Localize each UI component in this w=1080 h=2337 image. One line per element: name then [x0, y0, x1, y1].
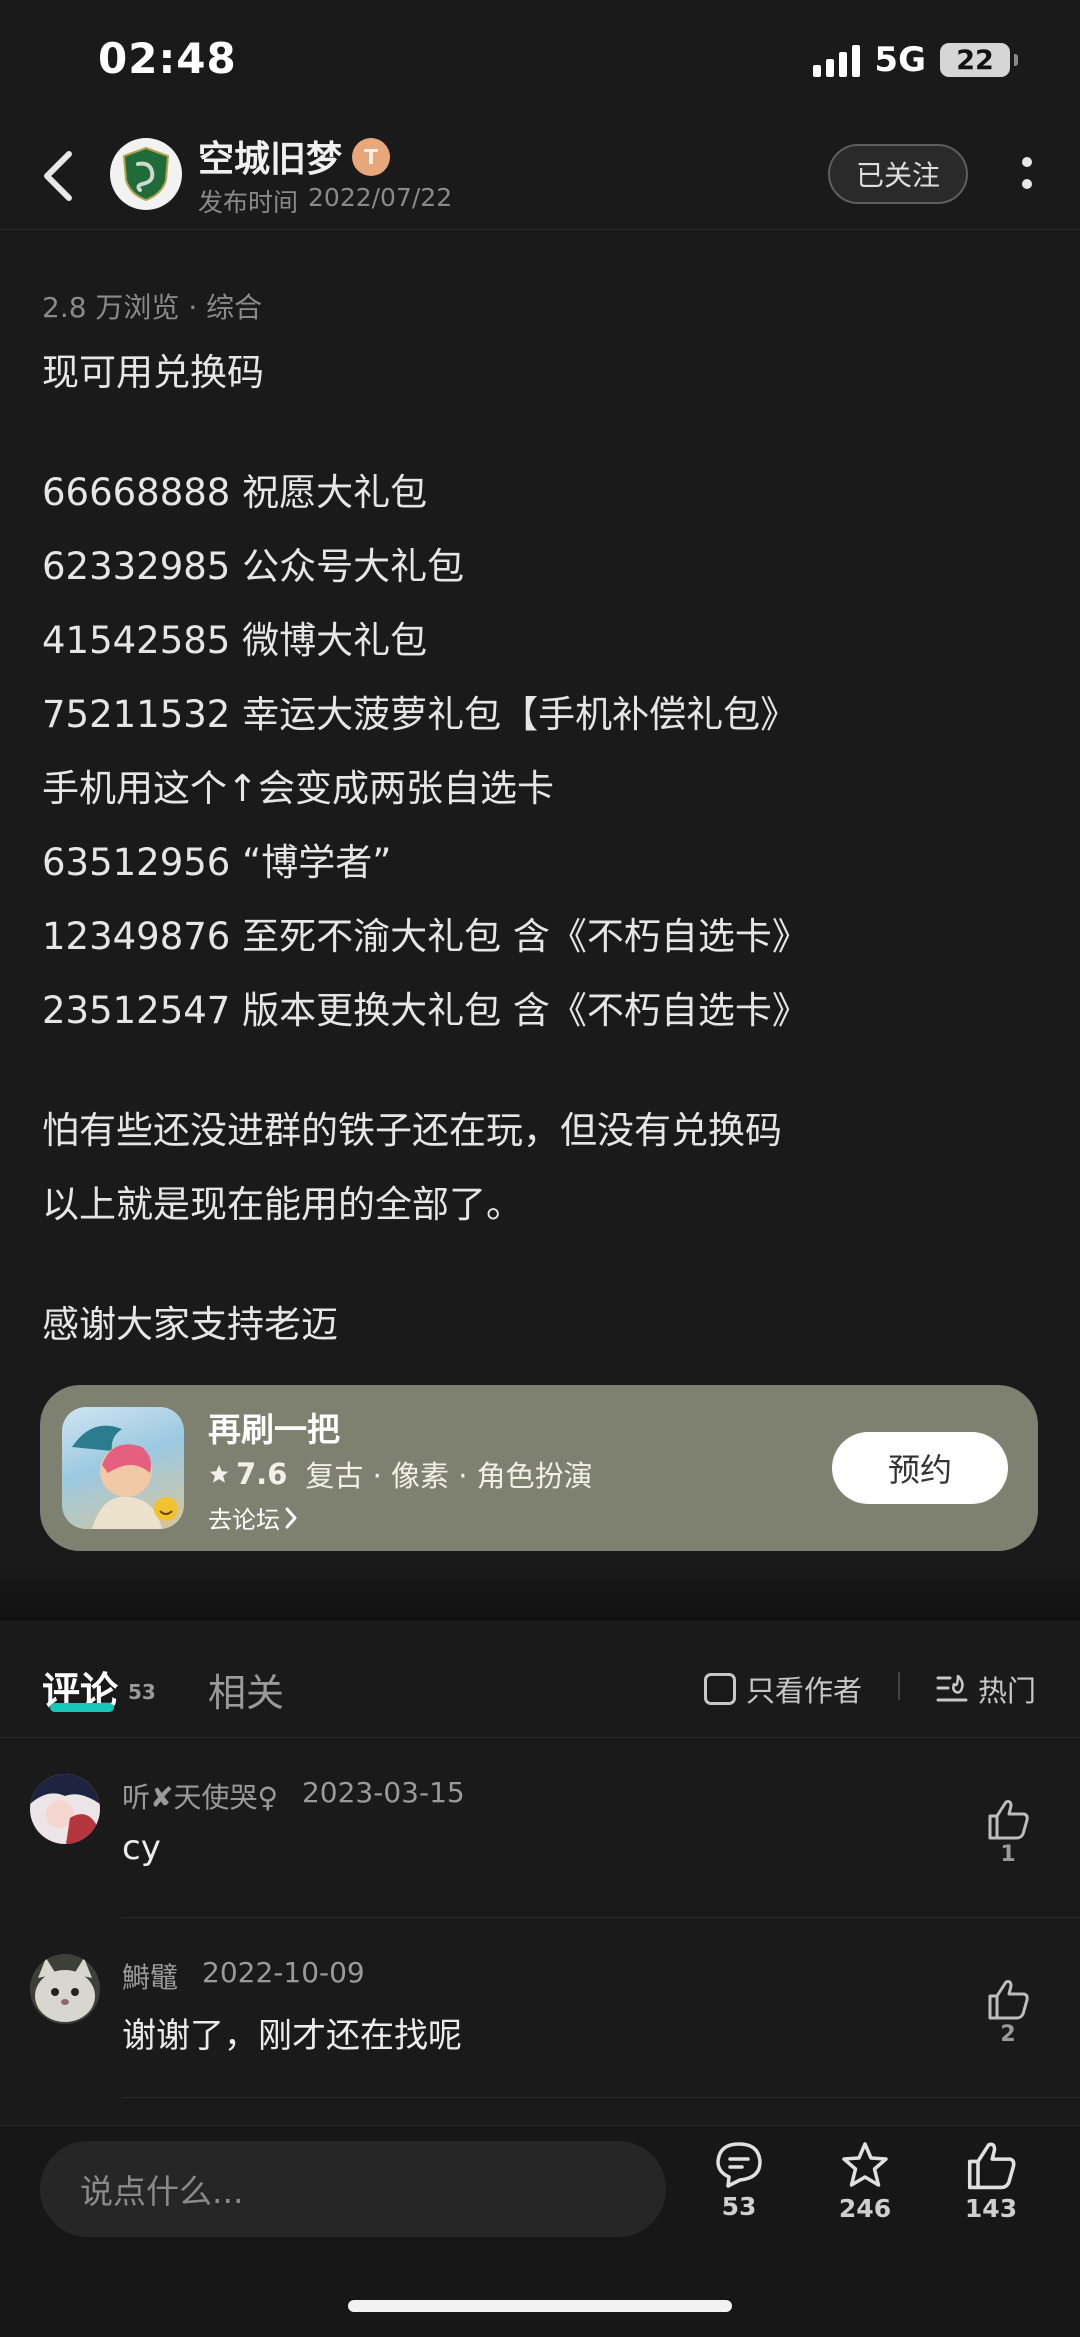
comment-item: 听✘天使哭♀ 2023-03-15 cy 1: [0, 1738, 1080, 1918]
comment-like-count: 2: [1000, 2022, 1016, 2047]
signal-icon: [813, 43, 861, 77]
comment-count: 53: [721, 2192, 757, 2221]
comments-tab-count: 53: [128, 1680, 156, 1704]
commenter-name[interactable]: 鰣鼊: [122, 1956, 178, 1996]
comment-like-button[interactable]: 2: [980, 1978, 1036, 2047]
comment-meta: 听✘天使哭♀ 2023-03-15: [122, 1776, 465, 1816]
comment-input[interactable]: 说点什么...: [40, 2141, 666, 2237]
game-tags: 复古 · 像素 · 角色扮演: [305, 1459, 593, 1493]
game-icon: [62, 1407, 184, 1529]
thumb-up-icon: [988, 1800, 1029, 1840]
back-icon: [44, 151, 72, 201]
publish-date: 2022/07/22: [308, 183, 453, 212]
section-separator: [0, 1618, 1080, 1620]
article-line: 12349876 至死不渝大礼包 含《不朽自选卡》: [42, 915, 809, 958]
article-line: 以上就是现在能用的全部了。: [42, 1183, 523, 1226]
comment-bubble-icon: [716, 2142, 762, 2188]
game-meta: 7.6 复古 · 像素 · 角色扮演: [208, 1453, 593, 1495]
section-shade: [0, 1560, 1080, 1618]
chevron-right-icon: [285, 1507, 297, 1528]
game-name: 再刷一把: [208, 1410, 340, 1449]
comment-date: 2023-03-15: [301, 1776, 465, 1809]
publish-info: 发布时间 2022/07/22: [198, 183, 452, 219]
author-only-label: 只看作者: [746, 1674, 863, 1708]
sort-hot-label: 热门: [978, 1674, 1037, 1708]
author-avatar[interactable]: [110, 138, 182, 210]
article-line: 41542585 微博大礼包: [42, 619, 428, 662]
comment-text: 谢谢了，刚才还在找呢: [122, 2016, 462, 2056]
tab-related[interactable]: 相关: [208, 1662, 284, 1717]
author-only-toggle[interactable]: 只看作者: [704, 1668, 862, 1710]
article-line: 62332985 公众号大礼包: [42, 545, 465, 588]
reserve-button[interactable]: 预约: [832, 1432, 1008, 1504]
status-time: 02:48: [98, 34, 237, 83]
article-line: 怕有些还没进群的铁子还在玩，但没有兑换码: [42, 1109, 782, 1152]
status-indicators: 5G 22: [813, 40, 1018, 80]
hot-sort-icon: [936, 1674, 968, 1702]
checkbox-icon: [704, 1673, 736, 1705]
more-icon[interactable]: [1012, 148, 1042, 198]
game-rating: 7.6: [236, 1457, 288, 1491]
favorite-count: 246: [838, 2194, 892, 2223]
comment-date: 2022-10-09: [202, 1956, 365, 1989]
commenter-avatar[interactable]: [30, 1774, 100, 1844]
sort-hot-button[interactable]: 热门: [936, 1668, 1036, 1710]
thumb-up-icon: [988, 1980, 1029, 2020]
filter-divider: [898, 1672, 900, 1700]
article-line: 现可用兑换码: [42, 351, 264, 394]
article-line: 63512956 “博学者”: [42, 841, 392, 884]
like-button[interactable]: 143: [936, 2140, 1046, 2223]
active-tab-indicator: [50, 1703, 114, 1712]
comment-text: cy: [122, 1828, 161, 1868]
follow-button[interactable]: 已关注: [828, 144, 968, 204]
battery-level: 22: [956, 44, 994, 76]
home-indicator[interactable]: [348, 2300, 732, 2312]
author-name[interactable]: 空城旧梦: [198, 130, 342, 182]
article-line: 感谢大家支持老迈: [42, 1303, 338, 1346]
back-button[interactable]: [30, 140, 86, 212]
comment-item: 鰣鼊 2022-10-09 谢谢了，刚才还在找呢 2: [0, 1918, 1080, 2098]
article-body: 现可用兑换码 66668888 祝愿大礼包 62332985 公众号大礼包 41…: [42, 336, 1042, 1362]
article-line: 手机用这个↑会变成两张自选卡: [42, 767, 555, 810]
crest-icon: [122, 146, 170, 202]
publish-label: 发布时间: [198, 188, 299, 217]
author-level-badge: T: [352, 138, 390, 176]
comment-count-button[interactable]: 53: [684, 2140, 794, 2221]
favorite-button[interactable]: 246: [810, 2140, 920, 2223]
article-line: 66668888 祝愿大礼包: [42, 471, 428, 514]
like-count: 143: [964, 2194, 1018, 2223]
game-card[interactable]: 再刷一把 7.6 复古 · 像素 · 角色扮演 去论坛 预约: [40, 1385, 1038, 1551]
network-type: 5G: [874, 40, 926, 80]
forum-link[interactable]: 去论坛: [208, 1500, 298, 1535]
favorite-star-icon: [842, 2142, 888, 2187]
battery-icon: 22: [940, 43, 1018, 77]
commenter-name[interactable]: 听✘天使哭♀: [122, 1776, 278, 1816]
article-line: 75211532 幸运大菠萝礼包【手机补偿礼包》: [42, 693, 798, 736]
comment-divider: [122, 2097, 1080, 2098]
comment-meta: 鰣鼊 2022-10-09: [122, 1956, 365, 1996]
comment-like-count: 1: [1000, 1842, 1016, 1867]
thumb-up-icon: [967, 2142, 1016, 2190]
header-divider: [0, 229, 1080, 230]
commenter-avatar[interactable]: [30, 1954, 100, 2024]
forum-link-label: 去论坛: [208, 1506, 280, 1534]
article-line: 23512547 版本更换大礼包 含《不朽自选卡》: [42, 989, 809, 1032]
article-meta: 2.8 万浏览 · 综合: [42, 291, 263, 324]
comment-like-button[interactable]: 1: [980, 1798, 1036, 1867]
star-icon: [209, 1464, 229, 1483]
